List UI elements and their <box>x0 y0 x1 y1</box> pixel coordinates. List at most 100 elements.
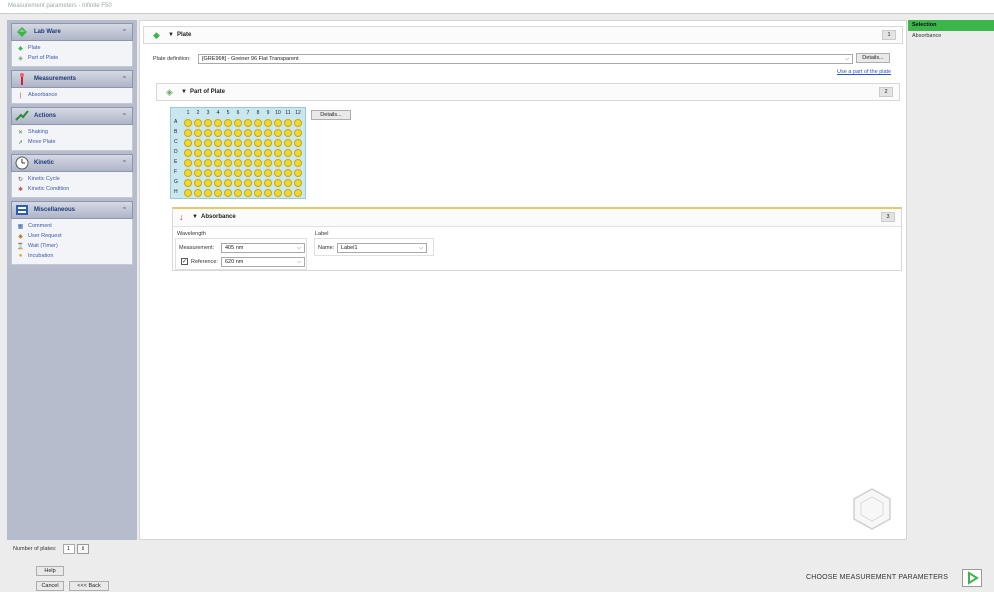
well[interactable] <box>284 149 292 157</box>
well[interactable] <box>214 189 222 197</box>
well[interactable] <box>284 129 292 137</box>
well[interactable] <box>204 159 212 167</box>
well[interactable] <box>184 159 192 167</box>
collapse-icon[interactable]: ≈ <box>123 112 126 118</box>
sidebar-item-incubation[interactable]: ● Incubation <box>12 251 132 261</box>
plate-details-button[interactable]: Details... <box>856 53 890 63</box>
well[interactable] <box>274 189 282 197</box>
well[interactable] <box>274 139 282 147</box>
well[interactable] <box>234 169 242 177</box>
well[interactable] <box>264 179 272 187</box>
well[interactable] <box>214 129 222 137</box>
sidebar-item-user-request[interactable]: ◆ User Request <box>12 231 132 241</box>
number-of-plates-input[interactable]: 1 <box>63 544 75 554</box>
group-header-lab-ware[interactable]: Lab Ware ≈ <box>11 23 133 41</box>
well[interactable] <box>254 159 262 167</box>
row-letter[interactable]: E <box>174 159 177 165</box>
well[interactable] <box>214 179 222 187</box>
well[interactable] <box>294 189 302 197</box>
plate-definition-select[interactable]: [GRE96ft] - Greiner 96 Flat Transparent … <box>198 54 853 64</box>
expand-triangle-icon[interactable]: ▼ <box>168 32 174 38</box>
well[interactable] <box>184 149 192 157</box>
well[interactable] <box>214 119 222 127</box>
well[interactable] <box>264 159 272 167</box>
well[interactable] <box>294 149 302 157</box>
sidebar-item-wait-timer[interactable]: ⌛ Wait (Timer) <box>12 241 132 251</box>
sidebar-item-kinetic-cycle[interactable]: ↻ Kinetic Cycle <box>12 174 132 184</box>
collapse-icon[interactable]: ≈ <box>123 75 126 81</box>
well[interactable] <box>224 179 232 187</box>
row-letter[interactable]: A <box>174 119 177 125</box>
group-header-kinetic[interactable]: Kinetic ≈ <box>11 154 133 172</box>
well[interactable] <box>234 139 242 147</box>
well[interactable] <box>194 129 202 137</box>
part-details-button[interactable]: Details... <box>311 110 351 120</box>
start-button[interactable] <box>962 569 982 587</box>
well[interactable] <box>214 159 222 167</box>
well[interactable] <box>284 169 292 177</box>
well[interactable] <box>254 149 262 157</box>
well[interactable] <box>224 149 232 157</box>
well[interactable] <box>194 149 202 157</box>
label-name-select[interactable]: Label1 ⌵ <box>337 243 427 253</box>
column-number[interactable]: 9 <box>263 110 273 116</box>
well[interactable] <box>244 179 252 187</box>
selection-item[interactable]: Absorbance <box>908 31 994 41</box>
well[interactable] <box>274 149 282 157</box>
well[interactable] <box>224 159 232 167</box>
well[interactable] <box>184 139 192 147</box>
well[interactable] <box>274 169 282 177</box>
well[interactable] <box>224 129 232 137</box>
well[interactable] <box>294 139 302 147</box>
well[interactable] <box>294 169 302 177</box>
row-letter[interactable]: C <box>174 139 178 145</box>
well[interactable] <box>254 169 262 177</box>
well[interactable] <box>204 149 212 157</box>
well[interactable] <box>254 129 262 137</box>
row-letter[interactable]: F <box>174 169 177 175</box>
well[interactable] <box>184 119 192 127</box>
part-of-plate-section-header[interactable]: ◈ ▼ Part of Plate 2 <box>156 83 900 101</box>
column-number[interactable]: 6 <box>233 110 243 116</box>
well[interactable] <box>234 189 242 197</box>
well[interactable] <box>254 119 262 127</box>
sidebar-item-comment[interactable]: ▦ Comment <box>12 221 132 231</box>
well[interactable] <box>194 119 202 127</box>
group-header-miscellaneous[interactable]: Miscellaneous ≈ <box>11 201 133 219</box>
well[interactable] <box>184 129 192 137</box>
well[interactable] <box>194 139 202 147</box>
well[interactable] <box>264 129 272 137</box>
row-letter[interactable]: B <box>174 129 177 135</box>
well[interactable] <box>274 129 282 137</box>
well[interactable] <box>264 139 272 147</box>
well[interactable] <box>204 119 212 127</box>
sidebar-item-move-plate[interactable]: ➚ Move Plate <box>12 137 132 147</box>
well[interactable] <box>224 169 232 177</box>
well[interactable] <box>244 189 252 197</box>
well[interactable] <box>194 159 202 167</box>
well[interactable] <box>224 139 232 147</box>
well[interactable] <box>274 119 282 127</box>
reference-wavelength-select[interactable]: 620 nm ⌵ <box>221 257 305 267</box>
row-letter[interactable]: D <box>174 149 178 155</box>
column-number[interactable]: 11 <box>283 110 293 116</box>
well[interactable] <box>244 119 252 127</box>
well[interactable] <box>294 159 302 167</box>
column-number[interactable]: 10 <box>273 110 283 116</box>
measurement-wavelength-select[interactable]: 405 nm ⌵ <box>221 243 305 253</box>
well[interactable] <box>214 139 222 147</box>
well[interactable] <box>194 189 202 197</box>
well[interactable] <box>284 189 292 197</box>
use-part-of-plate-link[interactable]: Use a part of the plate <box>837 69 891 75</box>
well[interactable] <box>184 169 192 177</box>
well[interactable] <box>184 179 192 187</box>
plate-section-header[interactable]: ◆ ▼ Plate 1 <box>143 26 903 44</box>
well[interactable] <box>234 129 242 137</box>
sidebar-item-part-of-plate[interactable]: ◈ Part of Plate <box>12 53 132 63</box>
well[interactable] <box>254 179 262 187</box>
well[interactable] <box>244 169 252 177</box>
well[interactable] <box>204 129 212 137</box>
well[interactable] <box>244 159 252 167</box>
well[interactable] <box>244 139 252 147</box>
collapse-icon[interactable]: ≈ <box>123 159 126 165</box>
